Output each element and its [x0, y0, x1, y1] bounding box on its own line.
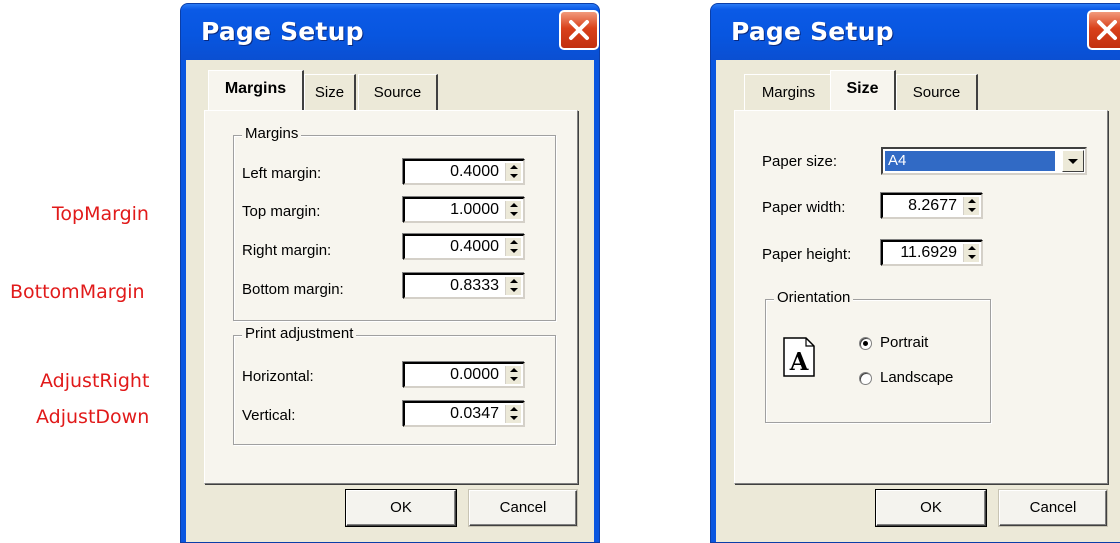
paper-width-input[interactable]: 8.2677	[881, 193, 983, 219]
top-margin-label: Top margin:	[242, 203, 321, 220]
annotation-bottom-margin: BottomMargin	[10, 281, 145, 303]
spin-arrows	[505, 366, 521, 384]
spin-up-icon[interactable]	[506, 405, 522, 414]
close-icon	[569, 20, 589, 40]
spin-value: 8.2677	[908, 197, 957, 214]
spin-up-icon[interactable]	[506, 163, 522, 172]
annotation-adjust-down: AdjustDown	[36, 406, 150, 428]
annotation-top-margin: TopMargin	[52, 203, 149, 225]
spin-down-icon[interactable]	[506, 210, 522, 219]
horizontal-label: Horizontal:	[242, 368, 314, 385]
tab-source[interactable]: Source	[358, 74, 438, 110]
tab-margins[interactable]: Margins	[744, 74, 834, 110]
chevron-down-icon[interactable]	[1062, 150, 1084, 172]
page-icon-letter: A	[789, 347, 809, 376]
print-adjustment-group: Print adjustment	[233, 325, 556, 445]
group-label: Margins	[242, 125, 302, 142]
paper-size-label: Paper size:	[762, 153, 838, 170]
spin-arrows	[505, 405, 521, 423]
dialog-title: Page Setup	[731, 17, 894, 46]
group-label: Print adjustment	[242, 325, 357, 342]
spin-value: 0.4000	[450, 163, 499, 180]
spin-up-icon[interactable]	[964, 197, 980, 206]
tab-size[interactable]: Size	[304, 74, 356, 110]
paper-size-selected: A4	[885, 151, 1055, 171]
paper-height-label: Paper height:	[762, 246, 852, 263]
dialog-body: Margins Size Source Margins Left margin:…	[186, 60, 594, 542]
landscape-label[interactable]: Landscape	[880, 369, 953, 386]
cancel-button[interactable]: Cancel	[999, 490, 1107, 526]
spin-value: 0.8333	[450, 277, 499, 294]
spin-arrows	[505, 277, 521, 295]
page-setup-dialog-margins: Page Setup Margins Size Source Margins L…	[180, 3, 600, 543]
spin-down-icon[interactable]	[964, 253, 980, 262]
annotation-adjust-right: AdjustRight	[40, 370, 150, 392]
top-margin-input[interactable]: 1.0000	[403, 197, 525, 223]
spin-down-icon[interactable]	[506, 172, 522, 181]
spin-value: 0.0347	[450, 405, 499, 422]
close-icon	[1097, 20, 1117, 40]
tab-source[interactable]: Source	[896, 74, 978, 110]
paper-size-select[interactable]: A4	[881, 147, 1087, 175]
spin-up-icon[interactable]	[506, 238, 522, 247]
portrait-page-icon: A	[783, 337, 815, 377]
paper-height-input[interactable]: 11.6929	[881, 240, 983, 266]
spin-down-icon[interactable]	[506, 247, 522, 256]
spin-arrows	[505, 238, 521, 256]
spin-down-icon[interactable]	[506, 375, 522, 384]
dialog-title: Page Setup	[201, 17, 364, 46]
spin-value: 1.0000	[450, 201, 499, 218]
ok-button[interactable]: OK	[346, 490, 456, 526]
spin-up-icon[interactable]	[506, 366, 522, 375]
close-button[interactable]	[559, 10, 599, 50]
title-bar[interactable]: Page Setup	[711, 4, 1120, 60]
spin-value: 11.6929	[900, 244, 957, 261]
spin-up-icon[interactable]	[506, 201, 522, 210]
group-label: Orientation	[774, 289, 854, 306]
close-button[interactable]	[1087, 10, 1120, 50]
spin-arrows	[963, 244, 979, 262]
horizontal-adjust-input[interactable]: 0.0000	[403, 362, 525, 388]
title-bar[interactable]: Page Setup	[181, 4, 599, 60]
bottom-margin-input[interactable]: 0.8333	[403, 273, 525, 299]
portrait-label[interactable]: Portrait	[880, 334, 928, 351]
spin-arrows	[505, 201, 521, 219]
dialog-body: Margins Size Source Paper size: A4 Paper…	[716, 60, 1120, 542]
spin-down-icon[interactable]	[506, 286, 522, 295]
landscape-radio[interactable]	[859, 372, 872, 385]
vertical-adjust-input[interactable]: 0.0347	[403, 401, 525, 427]
spin-arrows	[505, 163, 521, 181]
tab-panel-size: Paper size: A4 Paper width: 8.2677 Paper…	[734, 110, 1108, 484]
right-margin-label: Right margin:	[242, 242, 332, 259]
right-margin-input[interactable]: 0.4000	[403, 234, 525, 260]
left-margin-label: Left margin:	[242, 165, 322, 182]
spin-up-icon[interactable]	[964, 244, 980, 253]
portrait-radio[interactable]	[859, 337, 872, 350]
tab-size[interactable]: Size	[830, 70, 896, 110]
spin-value: 0.0000	[450, 366, 499, 383]
spin-down-icon[interactable]	[964, 206, 980, 215]
cancel-button[interactable]: Cancel	[469, 490, 577, 526]
spin-down-icon[interactable]	[506, 414, 522, 423]
spin-value: 0.4000	[450, 238, 499, 255]
spin-up-icon[interactable]	[506, 277, 522, 286]
paper-width-label: Paper width:	[762, 199, 846, 216]
bottom-margin-label: Bottom margin:	[242, 281, 344, 298]
page-setup-dialog-size: Page Setup Margins Size Source Paper siz…	[710, 3, 1120, 543]
vertical-label: Vertical:	[242, 407, 296, 424]
tab-margins[interactable]: Margins	[208, 70, 304, 110]
left-margin-input[interactable]: 0.4000	[403, 159, 525, 185]
ok-button[interactable]: OK	[876, 490, 986, 526]
tab-panel-margins: Margins Left margin: 0.4000 Top margin: …	[204, 110, 578, 484]
spin-arrows	[963, 197, 979, 215]
